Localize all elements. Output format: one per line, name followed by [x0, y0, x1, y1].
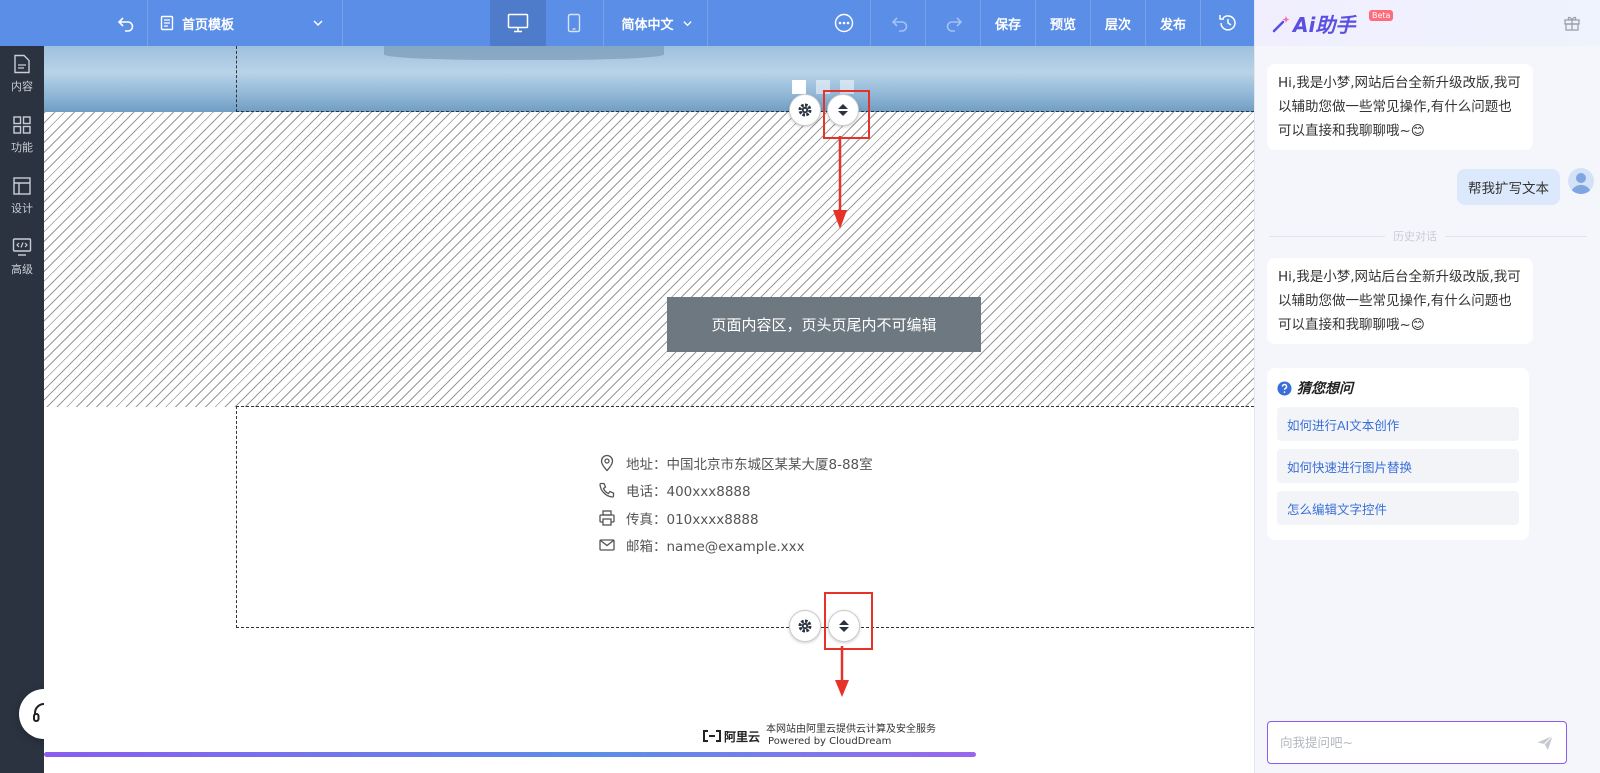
aliyun-logo-icon: [703, 730, 721, 742]
content-area-label: 页面内容区，页头页尾内不可编辑: [667, 297, 981, 352]
layers-button[interactable]: 层次: [1091, 0, 1145, 46]
highlight-box: [823, 90, 870, 139]
magic-wand-icon: [1272, 15, 1290, 32]
contact-email: 邮箱：name@example.xxx: [598, 532, 873, 560]
phone-icon: [599, 483, 615, 498]
ai-message: Hi,我是小梦,网站后台全新升级改版,我可以辅助您做一些常见操作,有什么问题也可…: [1267, 64, 1533, 150]
mobile-view-button[interactable]: [546, 0, 602, 46]
beta-badge: Beta: [1369, 10, 1394, 21]
sidebar-item-label: 功能: [11, 141, 33, 154]
contact-phone: 电话：400xxx8888: [598, 477, 873, 505]
layout-icon: [13, 177, 31, 195]
suggested-questions-title: 猜您想问: [1277, 378, 1519, 398]
send-icon[interactable]: [1536, 734, 1554, 752]
footer-settings-button[interactable]: [789, 610, 821, 642]
top-toolbar: 首页模板 简体中文 保存 预览 层次 发布: [0, 0, 1254, 46]
powered-line1: 本网站由阿里云提供云计算及安全服务: [766, 724, 937, 735]
redo-icon[interactable]: [936, 0, 972, 46]
suggested-question[interactable]: 如何进行AI文本创作: [1277, 407, 1519, 441]
contact-fax: 传真：010xxxx8888: [598, 504, 873, 532]
ai-assistant-panel: Ai助手 Beta Hi,我是小梦,网站后台全新升级改版,我可以辅助您做一些常见…: [1254, 0, 1600, 773]
contact-address: 地址：中国北京市东城区某某大厦8-88室: [598, 449, 873, 477]
annotation-arrow: [833, 136, 847, 229]
question-icon: [1277, 380, 1292, 396]
suggested-question[interactable]: 如何快速进行图片替换: [1277, 449, 1519, 483]
desktop-icon: [507, 13, 529, 33]
page-selector[interactable]: 首页模板: [160, 0, 340, 46]
sidebar-item-label: 高级: [11, 263, 33, 276]
ai-header: Ai助手 Beta: [1255, 0, 1600, 46]
suggested-question[interactable]: 怎么编辑文字控件: [1277, 491, 1519, 525]
sidebar-item-label: 设计: [11, 202, 33, 215]
mail-icon: [599, 539, 615, 551]
gear-icon: [798, 619, 812, 633]
chevron-down-icon: [313, 20, 323, 27]
mobile-icon: [567, 13, 581, 33]
powered-line2: Powered by CloudDream: [768, 736, 892, 747]
phone-text: 电话：400xxx8888: [626, 484, 751, 501]
ai-message: Hi,我是小梦,网站后台全新升级改版,我可以辅助您做一些常见操作,有什么问题也可…: [1267, 258, 1533, 344]
publish-button[interactable]: 发布: [1146, 0, 1200, 46]
left-sidebar: 内容 功能 设计 高级: [0, 46, 44, 773]
printer-icon: [599, 510, 615, 526]
sidebar-item-functions[interactable]: 功能: [0, 107, 44, 163]
ai-chat-input[interactable]: [1280, 735, 1536, 750]
sidebar-item-label: 内容: [11, 80, 33, 93]
address-text: 地址：中国北京市东城区某某大厦8-88室: [626, 456, 873, 473]
header-settings-button[interactable]: [789, 94, 821, 126]
history-icon[interactable]: [1210, 0, 1246, 46]
page-content-area: 页面内容区，页头页尾内不可编辑: [44, 112, 1254, 407]
user-message: 帮我扩写文本: [1457, 169, 1560, 205]
document-icon: [14, 54, 30, 74]
avatar: [1568, 168, 1594, 194]
desktop-view-button[interactable]: [490, 0, 546, 46]
ai-chat-input-box: [1267, 721, 1567, 764]
more-icon[interactable]: [826, 0, 862, 46]
powered-by: 阿里云 本网站由阿里云提供云计算及安全服务 Powered by CloudDr…: [702, 724, 936, 748]
sidebar-item-design[interactable]: 设计: [0, 168, 44, 224]
save-button[interactable]: 保存: [981, 0, 1035, 46]
preview-button[interactable]: 预览: [1036, 0, 1090, 46]
header-section-outline: [236, 46, 1254, 112]
history-divider: 历史对话: [1385, 228, 1445, 244]
language-label: 简体中文: [621, 17, 674, 33]
ai-title: Ai助手: [1271, 9, 1355, 38]
loading-progress-bar: [44, 752, 976, 757]
page-canvas: 页面内容区，页头页尾内不可编辑 地址：中国北京市东城区某某大厦8-88室 电话：…: [44, 46, 1254, 773]
back-icon[interactable]: [108, 0, 144, 46]
location-pin-icon: [600, 454, 614, 472]
suggested-questions: 猜您想问 如何进行AI文本创作 如何快速进行图片替换 怎么编辑文字控件: [1267, 368, 1529, 540]
user-avatar-icon: [1571, 173, 1591, 194]
undo-icon[interactable]: [882, 0, 918, 46]
chevron-down-icon: [682, 20, 692, 26]
code-monitor-icon: [12, 238, 32, 256]
language-selector[interactable]: 简体中文: [612, 0, 702, 46]
aliyun-logo: 阿里云: [702, 728, 760, 745]
annotation-arrow: [835, 646, 849, 697]
contact-info: 地址：中国北京市东城区某某大厦8-88室 电话：400xxx8888 传真：01…: [598, 449, 873, 559]
fax-text: 传真：010xxxx8888: [626, 511, 759, 528]
email-text: 邮箱：name@example.xxx: [626, 539, 805, 556]
gift-icon[interactable]: [1563, 14, 1581, 32]
sidebar-item-content[interactable]: 内容: [0, 46, 44, 102]
highlight-box: [824, 592, 873, 650]
gear-icon: [798, 103, 812, 117]
sidebar-item-advanced[interactable]: 高级: [0, 229, 44, 285]
page-icon: [160, 15, 174, 31]
grid-icon: [13, 116, 31, 134]
page-selector-label: 首页模板: [182, 17, 235, 33]
